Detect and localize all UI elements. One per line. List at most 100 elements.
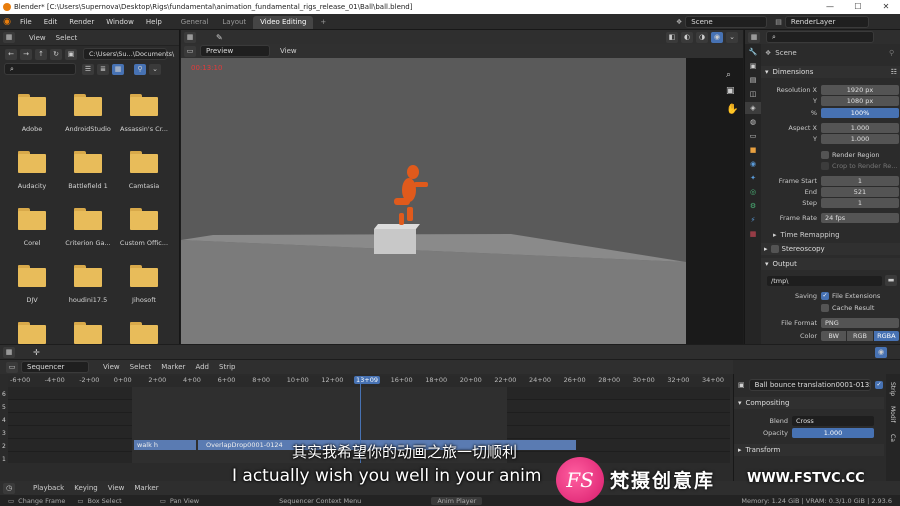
folder-item[interactable]: Criterion Ga...: [62, 208, 114, 255]
pan-hand-icon[interactable]: ✋: [726, 104, 738, 115]
time-remapping-subsection[interactable]: ▸ Time Remapping: [773, 231, 840, 239]
world-tab-icon[interactable]: ◍: [745, 116, 761, 128]
blend-dropdown[interactable]: Cross: [792, 415, 874, 426]
color-bw-option[interactable]: BW: [821, 330, 847, 341]
parent-dir-icon[interactable]: ↑: [35, 48, 47, 60]
add-workspace-button[interactable]: +: [313, 16, 333, 29]
display-list-icon[interactable]: ☰: [82, 63, 94, 75]
menu-file[interactable]: File: [14, 14, 38, 30]
gizmo-icon[interactable]: ◑: [696, 32, 708, 43]
crop-region-row[interactable]: Crop to Render Re...: [763, 160, 899, 171]
folder-item[interactable]: DJV: [6, 265, 58, 312]
render-tab-icon[interactable]: ▣: [745, 60, 761, 72]
folder-item[interactable]: Corel: [6, 208, 58, 255]
opacity-slider[interactable]: 1.000: [792, 427, 874, 438]
pin-icon[interactable]: ⚲: [889, 49, 894, 57]
folder-item[interactable]: Jihosoft: [118, 265, 170, 312]
tool-tab-icon[interactable]: 🔧: [745, 46, 761, 58]
strip-name-field[interactable]: Ball bounce translation0001-0135...: [748, 379, 871, 391]
data-tab-icon[interactable]: ⚡: [745, 214, 761, 226]
view-dropdown-icon[interactable]: ⌄: [726, 32, 738, 43]
eyedropper-icon[interactable]: ✎: [216, 33, 223, 42]
refresh-icon[interactable]: ↻: [50, 48, 62, 60]
sidebar-tab-cache[interactable]: Ca: [889, 434, 896, 442]
filter-icon[interactable]: ⚲: [134, 63, 146, 75]
constraints-tab-icon[interactable]: ⚙: [745, 200, 761, 212]
render-region-checkbox[interactable]: [821, 150, 829, 159]
playback-menu[interactable]: Playback: [33, 484, 64, 492]
cache-result-row[interactable]: Cache Result: [763, 302, 899, 313]
blender-menu-icon[interactable]: ◉: [0, 17, 14, 27]
folder-item[interactable]: AndroidStudio: [62, 94, 114, 141]
cache-result-checkbox[interactable]: [821, 303, 829, 312]
marker-menu[interactable]: Marker: [134, 484, 158, 492]
folder-item[interactable]: Camtasia: [118, 151, 170, 198]
overlay-toggle-icon[interactable]: ◉: [875, 347, 887, 358]
render-region-row[interactable]: Render Region: [763, 149, 899, 160]
menu-render[interactable]: Render: [63, 14, 100, 30]
transform-section[interactable]: ▸ Transform: [734, 444, 884, 456]
camera-view-icon[interactable]: ▣: [726, 86, 735, 96]
keying-menu[interactable]: Keying: [74, 484, 98, 492]
fb-menu-view[interactable]: View: [29, 34, 46, 42]
file-extensions-checkbox[interactable]: ✓: [821, 291, 829, 300]
file-format-dropdown[interactable]: PNG: [821, 317, 899, 328]
tab-general[interactable]: General: [174, 16, 216, 29]
search-input[interactable]: ⌕: [4, 63, 76, 75]
strip-walk[interactable]: walk h: [134, 440, 196, 450]
zoom-icon[interactable]: ⌕: [726, 70, 731, 80]
particles-tab-icon[interactable]: ✦: [745, 172, 761, 184]
physics-tab-icon[interactable]: ◎: [745, 186, 761, 198]
dimensions-section[interactable]: ▾ Dimensions ☷: [761, 66, 900, 78]
resolution-x-field[interactable]: 1920 px: [821, 84, 899, 95]
sidebar-tab-strip[interactable]: Strip: [889, 382, 896, 396]
fb-menu-select[interactable]: Select: [56, 34, 78, 42]
color-rgb-option[interactable]: RGB: [847, 330, 873, 341]
frame-rate-dropdown[interactable]: 24 fps: [821, 212, 899, 223]
editor-type-icon[interactable]: ▦: [3, 32, 15, 43]
display-mode-dropdown[interactable]: Preview: [200, 45, 270, 57]
folder-item[interactable]: Battlefield 1: [62, 151, 114, 198]
proxy-icon[interactable]: ◉: [711, 32, 723, 43]
resolution-pct-slider[interactable]: 100%: [821, 107, 899, 118]
view-menu[interactable]: View: [108, 484, 125, 492]
preview-viewport[interactable]: ▦ ✎ ◧ ◐ ◑ ◉ ⌄ ▭ Preview View 00:13:10 ⌕ …: [181, 30, 743, 344]
forward-arrow-icon[interactable]: →: [20, 48, 32, 60]
stereoscopy-section[interactable]: ▸ Stereoscopy: [761, 243, 900, 255]
filter-dropdown-icon[interactable]: ⌄: [149, 63, 161, 75]
new-folder-icon[interactable]: ▣: [65, 48, 77, 60]
minimize-button[interactable]: —: [816, 0, 844, 14]
view-layer-selector[interactable]: RenderLayer: [784, 16, 869, 28]
menu-edit[interactable]: Edit: [38, 14, 64, 30]
folder-item[interactable]: [118, 322, 170, 344]
maximize-button[interactable]: ☐: [844, 0, 872, 14]
tab-video-editing[interactable]: Video Editing: [253, 16, 314, 29]
collection-tab-icon[interactable]: ▭: [745, 130, 761, 142]
scene-selector[interactable]: Scene: [685, 16, 768, 28]
folder-item[interactable]: houdini17.5: [62, 265, 114, 312]
aspect-x-field[interactable]: 1.000: [821, 122, 899, 133]
display-grid-icon[interactable]: ≣: [97, 63, 109, 75]
view-layer-tab-icon[interactable]: ◫: [745, 88, 761, 100]
presets-icon[interactable]: ☷: [891, 68, 897, 76]
editor-type-icon[interactable]: ▦: [748, 31, 760, 43]
scene-tab-icon[interactable]: ◈: [745, 102, 761, 114]
stereoscopy-checkbox[interactable]: [770, 245, 779, 253]
close-button[interactable]: ✕: [872, 0, 900, 14]
back-arrow-icon[interactable]: ←: [5, 48, 17, 60]
object-tab-icon[interactable]: ■: [745, 144, 761, 156]
menu-help[interactable]: Help: [140, 14, 168, 30]
folder-item[interactable]: Audacity: [6, 151, 58, 198]
resolution-y-field[interactable]: 1080 px: [821, 95, 899, 106]
output-path-field[interactable]: /tmp\: [767, 275, 882, 286]
frame-end-field[interactable]: 521: [821, 186, 899, 197]
crop-region-checkbox[interactable]: [821, 161, 829, 170]
color-rgba-option[interactable]: RGBA: [873, 330, 899, 341]
properties-search[interactable]: ⌕: [766, 31, 874, 43]
output-tab-icon[interactable]: ▤: [745, 74, 761, 86]
path-field[interactable]: C:\Users\Su...\Documents\: [83, 48, 174, 60]
tab-layout[interactable]: Layout: [215, 16, 253, 29]
editor-type-icon[interactable]: ▦: [184, 31, 196, 43]
editor-type-icon[interactable]: ◷: [3, 482, 15, 494]
folder-icon[interactable]: ▬: [885, 275, 897, 286]
